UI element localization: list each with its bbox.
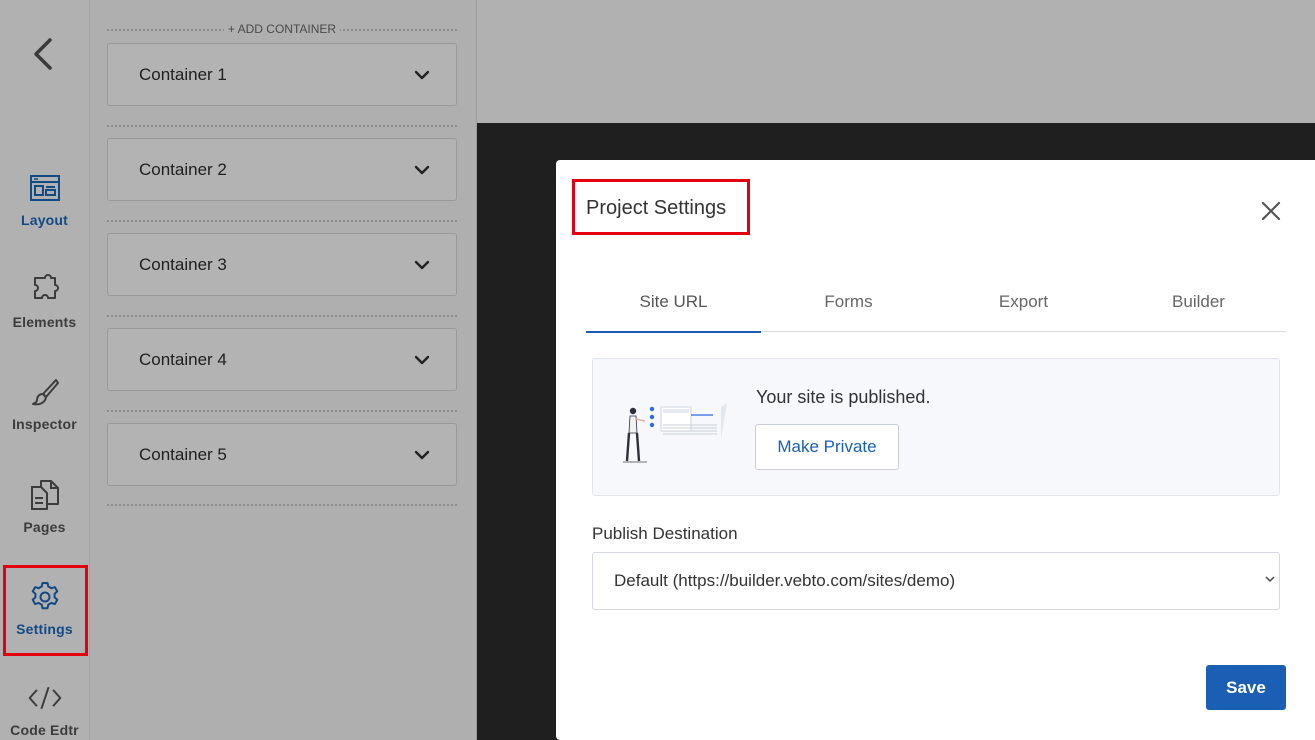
rail-item-layout[interactable]: Layout <box>0 170 89 256</box>
rail-item-label: Inspector <box>12 416 77 432</box>
container-item[interactable]: Container 5 <box>107 423 457 486</box>
layout-icon <box>27 170 63 206</box>
chevron-down-icon <box>414 450 430 459</box>
rail-item-pages[interactable]: Pages <box>0 477 89 563</box>
code-icon <box>27 680 63 716</box>
container-name: Container 1 <box>139 64 227 84</box>
chevron-down-icon <box>414 355 430 364</box>
container-item[interactable]: Container 3 <box>107 233 457 296</box>
modal-title: Project Settings <box>586 197 727 219</box>
publish-status-card: Your site is published. Make Private <box>592 358 1280 496</box>
tab-site-url[interactable]: Site URL <box>586 280 761 333</box>
puzzle-icon <box>27 272 63 308</box>
rail-item-inspector[interactable]: Inspector <box>0 374 89 460</box>
rail-item-label: Code Edtr <box>10 722 79 738</box>
rail-item-label: Elements <box>12 314 77 330</box>
make-private-button[interactable]: Make Private <box>755 424 899 470</box>
tab-forms[interactable]: Forms <box>761 280 936 332</box>
back-button[interactable] <box>26 34 62 74</box>
drop-divider <box>107 220 457 222</box>
chevron-down-icon <box>414 165 430 174</box>
chevron-down-icon <box>1265 576 1275 583</box>
drop-divider <box>107 315 457 317</box>
tab-builder[interactable]: Builder <box>1111 280 1286 332</box>
add-container-label: + ADD CONTAINER <box>223 22 341 36</box>
canvas-top-area <box>477 0 1315 123</box>
pages-icon <box>27 477 63 513</box>
container-name: Container 4 <box>139 349 227 369</box>
publish-destination-select[interactable]: Default (https://builder.vebto.com/sites… <box>592 552 1280 610</box>
brush-icon <box>27 374 63 410</box>
container-item[interactable]: Container 2 <box>107 138 457 201</box>
publish-destination-value: Default (https://builder.vebto.com/sites… <box>614 571 956 590</box>
container-name: Container 3 <box>139 254 227 274</box>
drop-divider <box>107 504 457 506</box>
project-settings-modal: Project Settings Site URL Forms Export B… <box>556 160 1315 740</box>
save-button[interactable]: Save <box>1206 665 1286 710</box>
rail-item-elements[interactable]: Elements <box>0 272 89 358</box>
chevron-left-icon <box>34 38 52 70</box>
drop-divider <box>107 410 457 412</box>
container-item[interactable]: Container 4 <box>107 328 457 391</box>
container-name: Container 5 <box>139 444 227 464</box>
drop-divider <box>107 125 457 127</box>
settings-highlight-box <box>3 565 88 656</box>
container-name: Container 2 <box>139 159 227 179</box>
close-button[interactable] <box>1256 196 1286 226</box>
chevron-down-icon <box>414 260 430 269</box>
containers-panel: + ADD CONTAINER Container 1 Container 2 … <box>90 0 477 740</box>
chevron-down-icon <box>414 70 430 79</box>
container-item[interactable]: Container 1 <box>107 43 457 106</box>
rail-item-label: Layout <box>20 212 69 228</box>
rail-item-label: Pages <box>23 519 66 535</box>
tab-export[interactable]: Export <box>936 280 1111 332</box>
published-illustration <box>623 403 727 463</box>
publish-destination-label: Publish Destination <box>592 524 738 543</box>
add-container-button[interactable]: + ADD CONTAINER <box>107 22 457 36</box>
settings-tabs: Site URL Forms Export Builder <box>586 280 1286 333</box>
publish-status-text: Your site is published. <box>756 387 931 407</box>
left-rail: Layout Elements Inspector Pages Settings… <box>0 0 90 740</box>
close-icon <box>1261 201 1281 221</box>
rail-item-code-editor[interactable]: Code Edtr <box>0 680 89 740</box>
